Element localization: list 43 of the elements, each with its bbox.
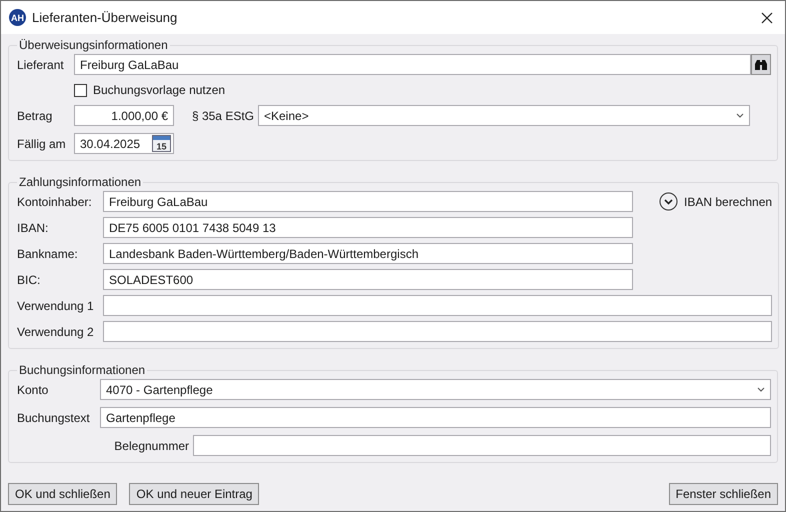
text-field[interactable]: DE75 6005 0101 7438 5049 13	[103, 217, 633, 238]
binoculars-icon	[754, 58, 768, 70]
field-label: Kontoinhaber:	[17, 194, 93, 208]
field-label: IBAN:	[17, 220, 50, 234]
chevron-down-icon	[757, 387, 765, 392]
window-title: Lieferanten-Überweisung	[32, 10, 178, 25]
text-field[interactable]: Freiburg GaLaBau	[103, 191, 633, 212]
text-field[interactable]	[103, 295, 772, 316]
dialog-button[interactable]: OK und schließen	[8, 483, 118, 505]
chevron-down-icon	[736, 113, 744, 118]
field-label: Verwendung 1	[17, 298, 95, 312]
field-label: Buchungstext	[17, 410, 91, 424]
field-label: Fällig am	[17, 136, 67, 150]
group-title: Überweisungsinformationen	[18, 38, 169, 52]
date-field[interactable]: 30.04.2025 15	[74, 133, 174, 154]
group-title: Zahlungsinformationen	[18, 175, 142, 189]
field-label: Verwendung 2	[17, 324, 95, 338]
template-checkbox[interactable]: Buchungsvorlage nutzen	[74, 83, 226, 97]
tax-dropdown[interactable]: <Keine>	[258, 105, 750, 126]
search-button[interactable]	[751, 54, 771, 75]
amount-field[interactable]: 1.000,00 €	[74, 105, 174, 126]
field-label: Lieferant	[17, 58, 65, 72]
account-dropdown[interactable]: 4070 - Gartenpflege	[100, 379, 771, 400]
receipt-number-field[interactable]	[193, 435, 771, 456]
field-label: Bankname:	[17, 246, 79, 260]
text-field[interactable]	[103, 321, 772, 342]
close-icon	[761, 12, 773, 24]
booking-text-field[interactable]: Gartenpflege	[100, 407, 771, 428]
text-field[interactable]: Landesbank Baden-Württemberg/Baden-Württembergisch	[103, 243, 633, 264]
dialog-button[interactable]: OK und neuer Eintrag	[129, 483, 260, 505]
app-logo: AH	[9, 9, 26, 26]
iban-calculate-button[interactable]: IBAN berechnen	[659, 192, 772, 211]
calendar-icon: 15	[152, 135, 171, 152]
field-label: BIC:	[17, 272, 42, 286]
chevron-circle-icon	[659, 192, 678, 211]
group-title: Buchungsinformationen	[18, 363, 146, 377]
field-label: Konto	[17, 382, 50, 396]
dialog-button[interactable]: Fenster schließen	[668, 483, 778, 505]
field-label: Belegnummer	[113, 438, 190, 452]
supplier-field[interactable]: Freiburg GaLaBau	[74, 54, 751, 75]
field-label: Betrag	[17, 108, 54, 122]
text-field[interactable]: SOLADEST600	[103, 269, 633, 290]
field-label: § 35a EStG	[190, 108, 255, 122]
